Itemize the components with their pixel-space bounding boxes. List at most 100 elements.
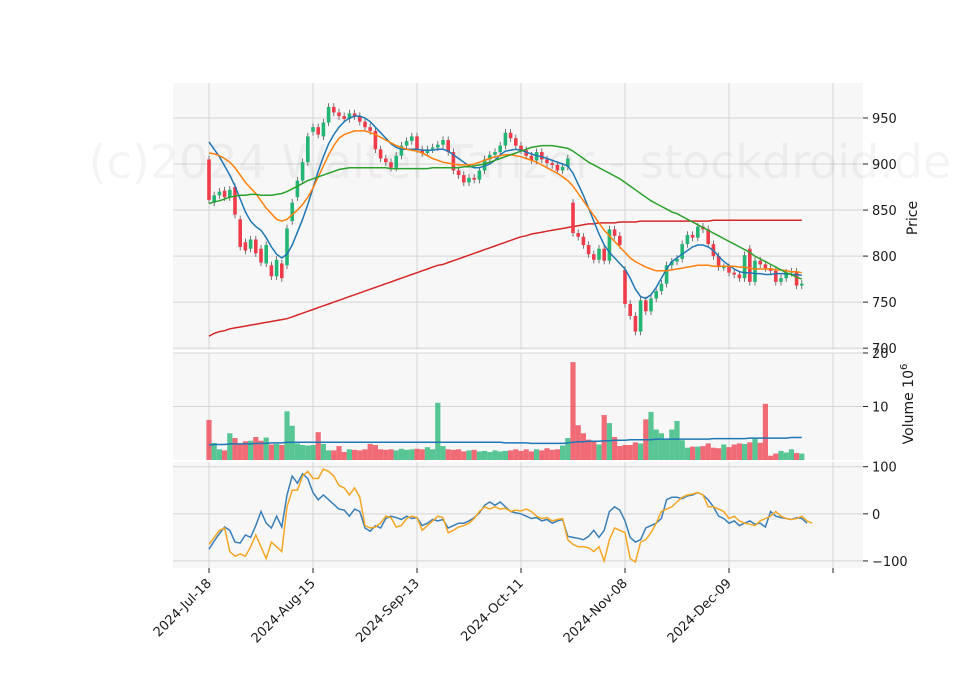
volume-bar xyxy=(773,453,779,460)
candle-body xyxy=(571,202,575,234)
volume-bar xyxy=(393,450,399,460)
price-tick-label: 950 xyxy=(872,112,897,127)
volume-bar xyxy=(653,429,659,460)
volume-bar xyxy=(378,449,384,460)
volume-bar xyxy=(305,445,311,460)
volume-bar xyxy=(471,449,477,460)
candle-body xyxy=(410,136,414,142)
volume-bar xyxy=(352,449,358,460)
x-tick-label: 2024-Dec-09 xyxy=(665,576,735,646)
volume-bar xyxy=(794,453,800,460)
volume-bar xyxy=(528,451,534,460)
candle-body xyxy=(332,106,336,113)
candle-body xyxy=(503,132,508,146)
volume-bar xyxy=(591,440,597,460)
candle-body xyxy=(378,149,383,159)
volume-bar xyxy=(414,448,420,460)
candle-body xyxy=(436,144,440,148)
candle-body xyxy=(306,136,310,163)
candle-body xyxy=(696,226,700,238)
candle-body xyxy=(342,116,346,119)
candle-body xyxy=(290,202,294,222)
candle-body xyxy=(472,177,476,180)
volume-axis-exponent: 6 xyxy=(899,364,910,370)
volume-bar xyxy=(357,450,363,460)
volume-bar xyxy=(721,444,727,460)
volume-bar xyxy=(388,449,394,460)
candle-body xyxy=(259,248,263,263)
volume-bar xyxy=(492,450,498,460)
candle-body xyxy=(727,267,731,273)
volume-bar xyxy=(544,448,550,460)
volume-bar xyxy=(565,438,571,460)
candle-body xyxy=(337,112,341,117)
volume-bar xyxy=(799,453,805,460)
volume-bar xyxy=(398,448,404,460)
volume-bar xyxy=(710,447,716,460)
volume-bar xyxy=(752,438,758,460)
candle-body xyxy=(763,264,768,269)
volume-bar xyxy=(508,450,514,460)
candle-body xyxy=(618,235,622,246)
volume-bar xyxy=(690,446,696,460)
volume-bar xyxy=(263,437,269,460)
candle-body xyxy=(321,122,326,137)
candle-body xyxy=(326,106,331,123)
volume-bar xyxy=(627,445,633,460)
candle-body xyxy=(264,245,268,264)
volume-bar xyxy=(705,443,711,460)
candle-body xyxy=(384,158,388,163)
volume-bar xyxy=(430,449,436,460)
volume-bar xyxy=(419,449,425,460)
candle-body xyxy=(415,136,419,150)
candle-body xyxy=(368,127,372,131)
candle-body xyxy=(654,291,658,299)
volume-bar xyxy=(383,449,389,460)
candle-body xyxy=(514,138,518,146)
candle-body xyxy=(316,127,320,135)
volume-bar xyxy=(549,449,555,460)
volume-tick-label: 20 xyxy=(872,347,889,362)
candle-body xyxy=(467,177,471,183)
candle-body xyxy=(633,315,638,332)
volume-tick-label: 10 xyxy=(872,401,889,416)
candle-body xyxy=(254,239,258,254)
oscillator-tick-label: −100 xyxy=(872,555,908,570)
volume-bar xyxy=(664,439,670,460)
volume-bar xyxy=(586,439,592,460)
candle-body xyxy=(581,236,586,246)
candle-body xyxy=(477,170,482,180)
volume-bar xyxy=(601,415,607,460)
volume-bar xyxy=(570,362,576,460)
candle-body xyxy=(280,263,284,279)
volume-bar xyxy=(762,403,768,460)
volume-bar xyxy=(331,450,337,460)
candle-body xyxy=(758,260,762,265)
candle-body xyxy=(649,298,653,312)
candle-body xyxy=(243,242,248,251)
volume-bar xyxy=(450,449,456,460)
volume-bar xyxy=(336,446,342,460)
volume-bar xyxy=(674,420,680,460)
volume-bar xyxy=(513,449,519,460)
candle-body xyxy=(555,164,560,171)
candle-body xyxy=(586,245,591,255)
candle-body xyxy=(597,248,601,260)
volume-bar xyxy=(294,443,300,460)
volume-bar xyxy=(617,446,623,460)
candle-body xyxy=(690,234,695,238)
volume-bar xyxy=(778,450,784,460)
volume-bar xyxy=(502,450,508,460)
candle-body xyxy=(295,180,300,198)
volume-bar xyxy=(216,449,222,460)
candle-body xyxy=(441,140,445,145)
watermark: (c)2024 Walter Tanzer - stockdroid.de xyxy=(89,135,952,189)
volume-bar xyxy=(783,452,789,460)
volume-bar xyxy=(580,433,586,460)
price-panel-bg xyxy=(173,83,863,350)
volume-bar xyxy=(362,449,368,460)
volume-bar xyxy=(320,443,326,460)
candle-body xyxy=(644,300,648,312)
volume-bar xyxy=(211,442,217,460)
volume-bar xyxy=(466,450,472,460)
